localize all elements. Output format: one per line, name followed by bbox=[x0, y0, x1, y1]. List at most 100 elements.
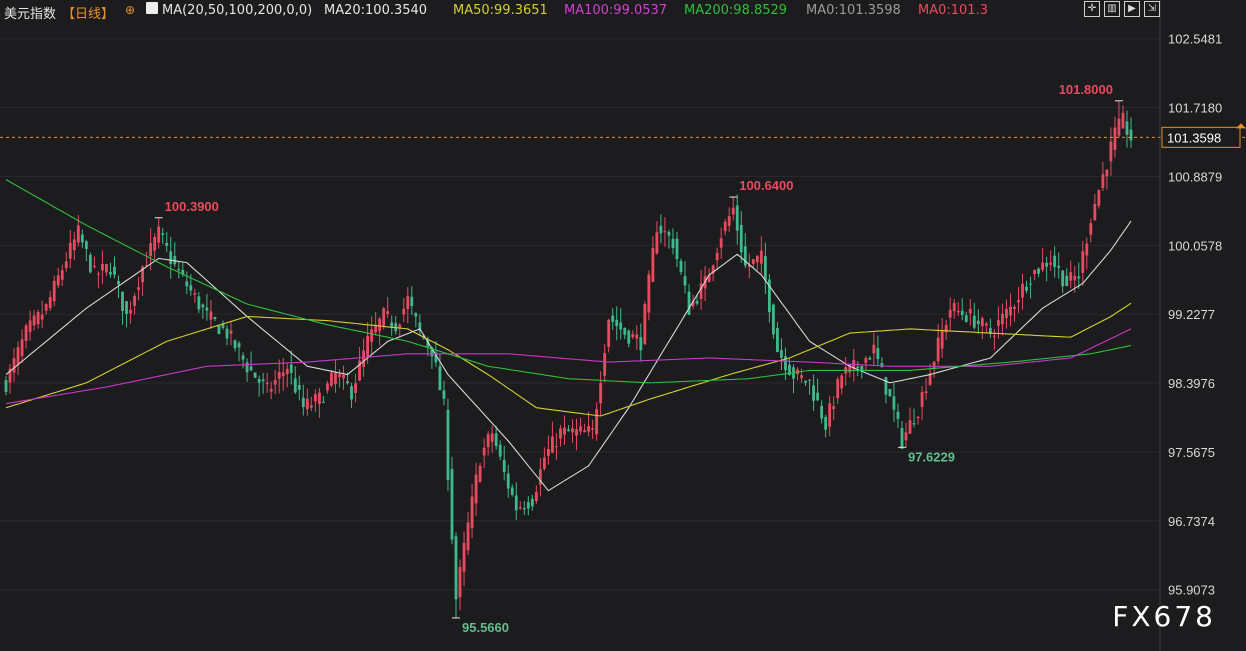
candle-body bbox=[1129, 129, 1133, 141]
candle-body bbox=[615, 319, 619, 327]
candle-body bbox=[285, 368, 289, 375]
candle-body bbox=[651, 248, 655, 282]
candle-body bbox=[607, 319, 611, 347]
candle-body bbox=[547, 449, 550, 456]
candle-body bbox=[257, 378, 261, 383]
candle-body bbox=[828, 403, 832, 427]
candle-body bbox=[816, 392, 820, 401]
candle-body bbox=[776, 328, 779, 353]
candle-body bbox=[667, 232, 671, 236]
candle-body bbox=[438, 366, 442, 391]
candle-body bbox=[952, 302, 956, 312]
indicator-label[interactable]: MA(20,50,100,200,0,0) bbox=[162, 3, 312, 18]
scroll-up-icon bbox=[1236, 123, 1246, 129]
candle-body bbox=[249, 366, 253, 371]
candle-body bbox=[551, 436, 554, 453]
candle-body bbox=[16, 347, 20, 365]
export-icon[interactable]: ▶ bbox=[1124, 1, 1140, 17]
candle-body bbox=[76, 225, 80, 243]
candle-body bbox=[715, 252, 719, 261]
candle-body bbox=[80, 234, 84, 243]
grid-lines bbox=[0, 38, 1160, 591]
candle-body bbox=[502, 459, 506, 473]
indicator-icon[interactable] bbox=[146, 2, 158, 14]
candle-body bbox=[245, 362, 249, 373]
candle-body bbox=[591, 428, 595, 430]
candle-body bbox=[322, 401, 325, 403]
candle-body bbox=[470, 496, 474, 529]
candle-body bbox=[4, 380, 8, 392]
candle-body bbox=[559, 428, 562, 439]
candle-body bbox=[410, 296, 414, 307]
candle-body bbox=[334, 372, 337, 384]
candle-body bbox=[832, 406, 836, 410]
candle-body bbox=[490, 433, 494, 442]
candle-body bbox=[60, 270, 64, 280]
candle-body bbox=[48, 297, 52, 309]
candle-body bbox=[165, 242, 169, 246]
candle-body bbox=[1065, 275, 1069, 286]
candle-body bbox=[97, 273, 100, 275]
candle-body bbox=[956, 310, 960, 313]
candle-body bbox=[687, 291, 691, 315]
candle-body bbox=[185, 281, 189, 287]
candle-body bbox=[326, 383, 329, 391]
candle-body bbox=[735, 205, 739, 231]
candle-body bbox=[908, 420, 912, 434]
candle-body bbox=[1005, 309, 1008, 319]
candle-body bbox=[350, 386, 353, 400]
candle-body bbox=[346, 381, 349, 384]
candle-body bbox=[968, 308, 972, 314]
candle-body bbox=[579, 426, 582, 432]
candle-body bbox=[494, 433, 498, 447]
candle-body bbox=[940, 331, 944, 349]
candle-body bbox=[1121, 112, 1125, 129]
candle-body bbox=[442, 390, 446, 399]
instrument-title[interactable]: 美元指数 bbox=[4, 3, 56, 22]
candle-body bbox=[808, 379, 811, 381]
candle-body bbox=[920, 392, 924, 407]
candle-body bbox=[486, 434, 490, 448]
candle-body bbox=[880, 362, 884, 368]
candle-body bbox=[980, 318, 984, 327]
candle-body bbox=[727, 216, 731, 226]
candle-body bbox=[900, 428, 904, 449]
candle-body bbox=[1109, 141, 1113, 162]
candle-body bbox=[217, 325, 221, 335]
candle-body bbox=[639, 337, 643, 351]
candle-body bbox=[133, 295, 136, 306]
candlesticks bbox=[4, 100, 1133, 618]
crosshair-icon[interactable]: ✛ bbox=[1084, 1, 1100, 17]
candle-body bbox=[804, 380, 807, 383]
candle-body bbox=[772, 304, 775, 335]
candle-body bbox=[587, 425, 590, 432]
candle-body bbox=[534, 492, 538, 501]
candle-body bbox=[972, 315, 976, 328]
candle-body bbox=[68, 242, 72, 259]
watermark-logo: FX678 bbox=[1112, 600, 1216, 633]
candle-body bbox=[458, 566, 462, 598]
period-label[interactable]: 【日线】 bbox=[62, 3, 114, 22]
low-label: 95.5660 bbox=[462, 620, 509, 635]
candle-body bbox=[362, 350, 365, 367]
candle-body bbox=[960, 310, 964, 316]
candle-body bbox=[277, 372, 281, 379]
candle-body bbox=[454, 536, 458, 600]
zoom-in-icon[interactable]: ▥ bbox=[1104, 1, 1120, 17]
candle-body bbox=[474, 474, 478, 504]
candle-body bbox=[663, 231, 667, 233]
candle-body bbox=[201, 304, 205, 308]
candle-body bbox=[575, 429, 578, 436]
candle-body bbox=[904, 432, 908, 441]
candle-body bbox=[261, 379, 265, 382]
settings-icon[interactable]: ⊕ bbox=[125, 3, 135, 17]
candle-body bbox=[1033, 269, 1036, 275]
ma0-value-b: MA0:101.3 bbox=[918, 3, 988, 18]
fullscreen-icon[interactable]: ⇲ bbox=[1144, 1, 1160, 17]
candle-body bbox=[253, 372, 257, 378]
candle-body bbox=[478, 465, 482, 483]
candle-body bbox=[105, 264, 108, 273]
y-tick-label: 102.5481 bbox=[1168, 32, 1222, 47]
candle-body bbox=[32, 315, 36, 326]
candle-body bbox=[213, 317, 217, 320]
